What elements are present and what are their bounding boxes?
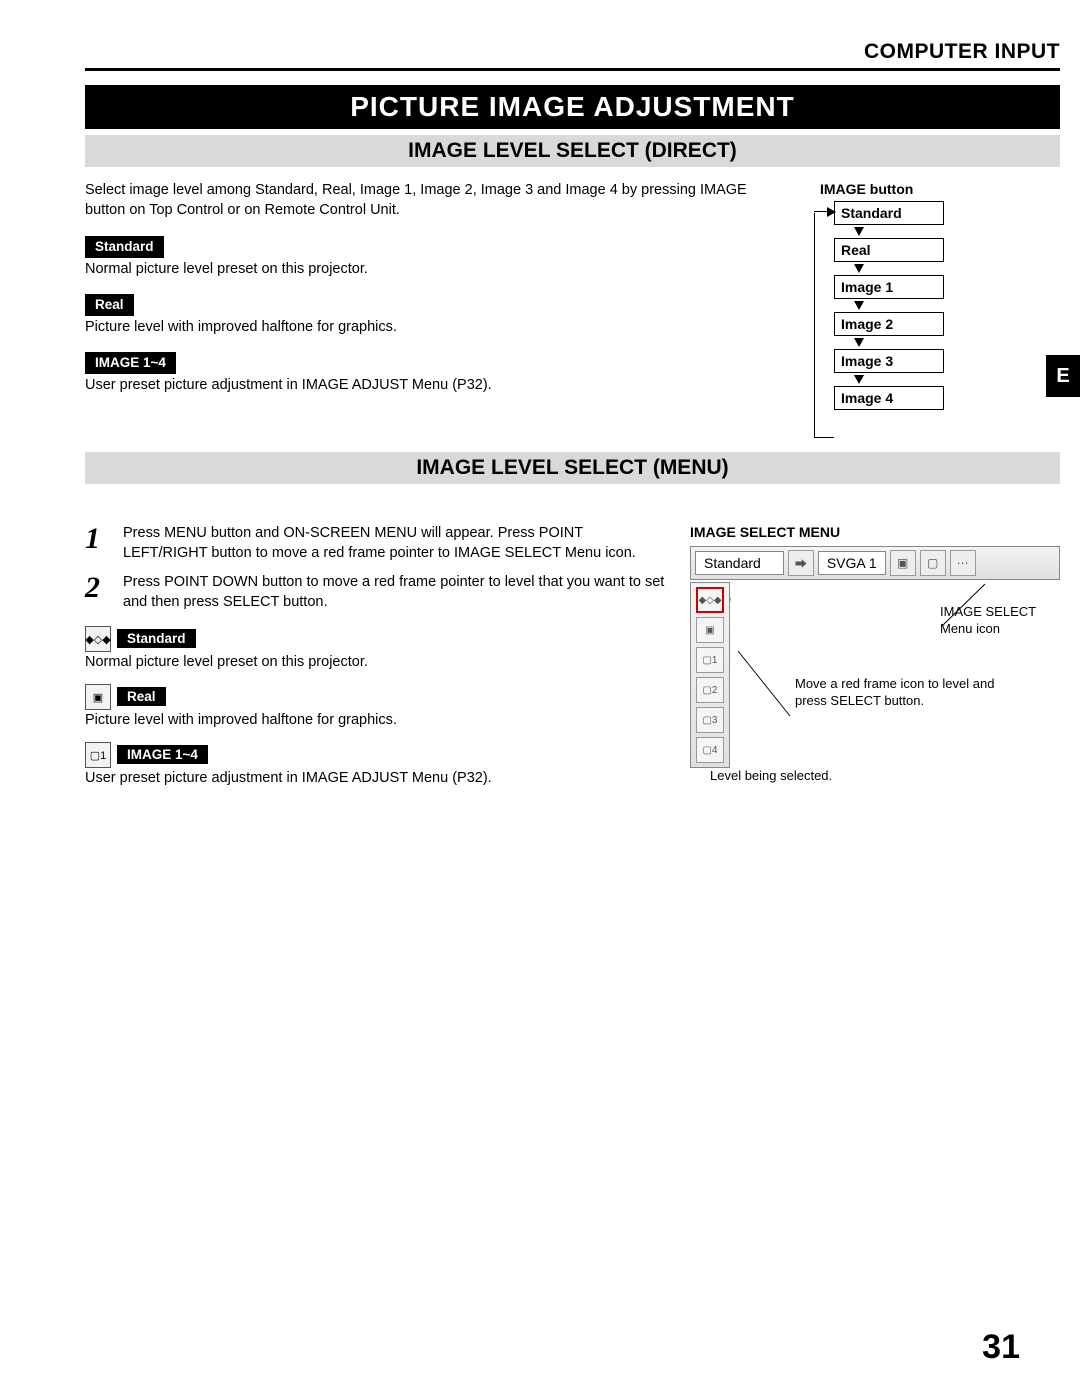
step-number-1: 1 [85, 524, 109, 563]
level-image4: Image 4 [834, 386, 944, 410]
screenshot-title: IMAGE SELECT MENU [690, 524, 1060, 540]
level-image1: Image 1 [834, 275, 944, 299]
menu-mode-value: SVGA 1 [818, 551, 886, 575]
panel-image3-icon: ▢3 [696, 707, 724, 733]
intro-text: Select image level among Standard, Real,… [85, 181, 750, 220]
section-heading-direct: IMAGE LEVEL SELECT (DIRECT) [85, 135, 1060, 167]
diagram-title: IMAGE button [820, 181, 1060, 197]
page-number: 31 [982, 1328, 1020, 1367]
arrow-down-icon [854, 227, 864, 236]
tag-image14-menu: IMAGE 1~4 [117, 745, 208, 764]
tag-real-menu: Real [117, 687, 166, 706]
desc-image14-menu: User preset picture adjustment in IMAGE … [85, 770, 670, 786]
level-image2: Image 2 [834, 312, 944, 336]
panel-standard-icon: ◆◇◆ [696, 587, 724, 613]
tag-real: Real [85, 294, 134, 316]
image14-icon: ▢1 [85, 742, 111, 768]
real-icon: ▣ [85, 684, 111, 710]
tag-standard-menu: Standard [117, 629, 196, 648]
tag-standard: Standard [85, 236, 164, 258]
menu-field-value: Standard [695, 551, 784, 575]
panel-image4-icon: ▢4 [696, 737, 724, 763]
desc-real-menu: Picture level with improved halftone for… [85, 712, 670, 728]
desc-standard-menu: Normal picture level preset on this proj… [85, 654, 670, 670]
menu-screenshot: Standard ⮕ SVGA 1 ▣ ▢ ⋯ ◆◇◆ ▣ ▢1 ▢2 ▢3 ▢… [690, 546, 1060, 768]
menu-other-icon: ▢ [920, 550, 946, 576]
panel-image1-icon: ▢1 [696, 647, 724, 673]
arrow-down-icon [854, 375, 864, 384]
desc-standard: Normal picture level preset on this proj… [85, 260, 750, 280]
callout-menu-icon: IMAGE SELECT Menu icon [940, 604, 1070, 638]
level-real: Real [834, 238, 944, 262]
arrow-down-icon [854, 301, 864, 310]
step-text-1: Press MENU button and ON-SCREEN MENU wil… [123, 524, 670, 563]
arrow-down-icon [854, 338, 864, 347]
page-header: COMPUTER INPUT [85, 40, 1060, 71]
desc-image14: User preset picture adjustment in IMAGE … [85, 376, 750, 396]
arrow-down-icon [854, 264, 864, 273]
level-standard: Standard [834, 201, 944, 225]
tag-image14: IMAGE 1~4 [85, 352, 176, 374]
panel-real-icon: ▣ [696, 617, 724, 643]
menu-more-icon: ⋯ [950, 550, 976, 576]
section-heading-menu: IMAGE LEVEL SELECT (MENU) [85, 452, 1060, 484]
menu-arrow-icon: ⮕ [788, 550, 814, 576]
page-title: PICTURE IMAGE ADJUSTMENT [85, 85, 1060, 129]
side-language-tab: E [1046, 355, 1080, 397]
menu-select-icon: ▣ [890, 550, 916, 576]
image-button-diagram: IMAGE button Standard Real Image 1 Image… [780, 181, 1060, 412]
desc-real: Picture level with improved halftone for… [85, 318, 750, 338]
standard-icon: ◆◇◆ [85, 626, 111, 652]
callout-red-frame: Move a red frame icon to level and press… [795, 676, 1025, 710]
step-text-2: Press POINT DOWN button to move a red fr… [123, 573, 670, 612]
panel-image2-icon: ▢2 [696, 677, 724, 703]
level-image3: Image 3 [834, 349, 944, 373]
callout-level-selected: Level being selected. [710, 768, 910, 785]
step-number-2: 2 [85, 573, 109, 612]
